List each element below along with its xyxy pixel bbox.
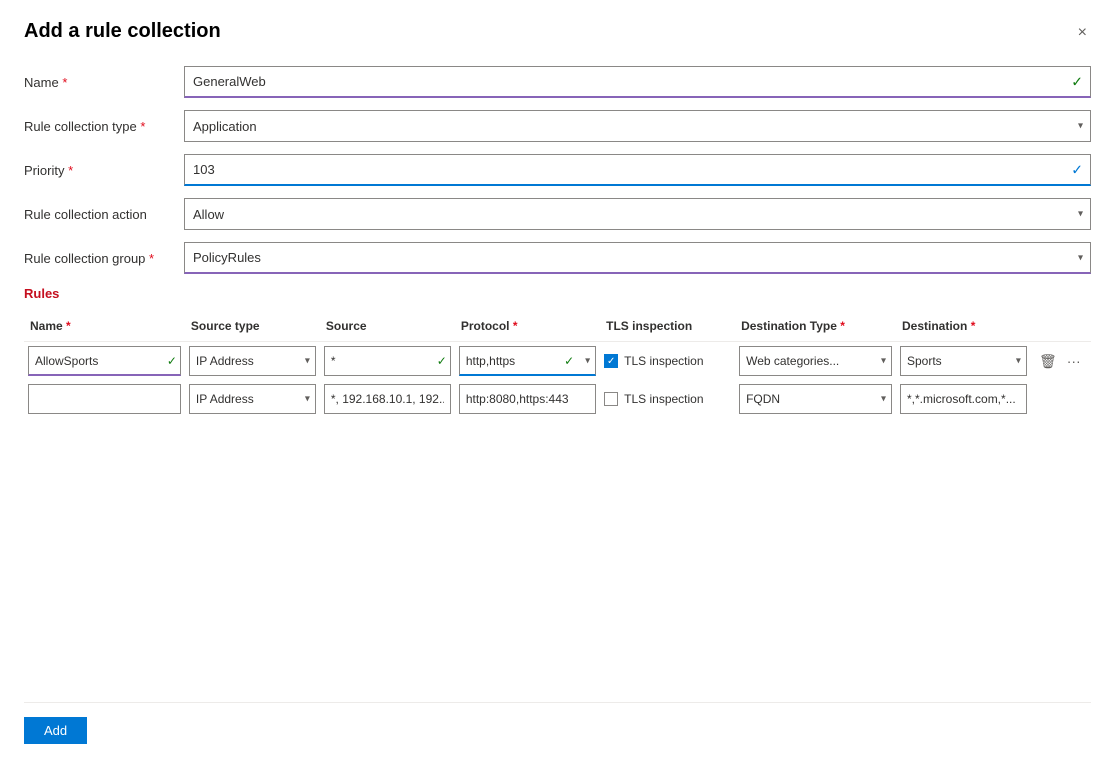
row2-name-input[interactable] [28,384,181,414]
more-icon: ··· [1067,353,1081,369]
row2-protocol-input[interactable] [459,384,596,414]
table-row: IP Address ▾ TLS inspect [24,380,1091,418]
col-header-destination-type: Destination Type * [735,315,896,342]
row2-destination-input[interactable] [900,384,1027,414]
rule-collection-group-select[interactable]: PolicyRules [184,242,1091,274]
name-row: Name * ✓ [24,66,1091,98]
row1-name-input[interactable] [28,346,181,376]
close-icon: × [1078,24,1087,42]
table-row: ✓ IP Address ▾ [24,342,1091,381]
row2-destination-type-select[interactable]: FQDN [739,384,892,414]
row2-source-type-cell: IP Address ▾ [185,380,320,418]
row1-protocol-check-icon: ✓ [564,354,574,368]
rule-collection-type-wrapper: Application ▾ [184,110,1091,142]
name-check-icon: ✓ [1071,74,1083,91]
rule-collection-type-select[interactable]: Application [184,110,1091,142]
row2-source-cell [320,380,455,418]
name-input[interactable] [184,66,1091,98]
row1-protocol-select[interactable]: http,https [459,346,596,376]
rules-table: Name * Source type Source Protocol * TLS… [24,315,1091,418]
col-header-source-type: Source type [185,315,320,342]
col-header-source: Source [320,315,455,342]
row2-tls-cell: TLS inspection [600,380,735,418]
form-section: Name * ✓ Rule collection type * Applicat… [24,66,1091,702]
row1-source-type-select[interactable]: IP Address [189,346,316,376]
row1-actions-cell: 🗑 ··· [1031,342,1091,381]
row1-protocol-cell: http,https ✓ ▾ [455,342,600,381]
row1-destination-type-cell: Web categories... ▾ [735,342,896,381]
row1-name-check-icon: ✓ [167,354,177,368]
dialog-footer: Add [24,702,1091,758]
close-button[interactable]: × [1074,20,1091,46]
dialog-header: Add a rule collection × [24,20,1091,46]
rule-collection-action-wrapper: Allow ▾ [184,198,1091,230]
row1-tls-checkbox[interactable] [604,354,618,368]
row2-destination-cell [896,380,1031,418]
rule-collection-action-row: Rule collection action Allow ▾ [24,198,1091,230]
row1-more-button[interactable]: ··· [1063,349,1085,373]
rule-collection-type-label: Rule collection type * [24,119,184,134]
row2-source-input[interactable] [324,384,451,414]
row1-destination-cell: Sports ▾ [896,342,1031,381]
row1-tls-cell: TLS inspection [600,342,735,381]
dialog-title: Add a rule collection [24,20,221,43]
row1-destination-type-select[interactable]: Web categories... [739,346,892,376]
priority-check-icon: ✓ [1071,162,1083,179]
row2-protocol-cell [455,380,600,418]
row1-source-input[interactable] [324,346,451,376]
row1-name-cell: ✓ [24,342,185,381]
row1-source-type-cell: IP Address ▾ [185,342,320,381]
name-field-wrapper: ✓ [184,66,1091,98]
col-header-name: Name * [24,315,185,342]
rule-collection-group-row: Rule collection group * PolicyRules ▾ [24,242,1091,274]
priority-input[interactable] [184,154,1091,186]
priority-label: Priority * [24,163,184,178]
row2-tls-checkbox[interactable] [604,392,618,406]
row2-name-cell [24,380,185,418]
name-label: Name * [24,75,184,90]
row2-actions-cell [1031,380,1091,418]
row1-source-check-icon: ✓ [437,354,447,368]
rule-collection-action-select[interactable]: Allow [184,198,1091,230]
col-header-tls: TLS inspection [600,315,735,342]
col-header-destination: Destination * [896,315,1031,342]
add-rule-collection-dialog: Add a rule collection × Name * ✓ Rule co… [0,0,1115,758]
trash-icon: 🗑 [1039,353,1057,370]
rule-collection-action-label: Rule collection action [24,207,184,222]
priority-field-wrapper: ✓ [184,154,1091,186]
row1-delete-button[interactable]: 🗑 [1035,349,1061,374]
row1-destination-select[interactable]: Sports [900,346,1027,376]
col-header-protocol: Protocol * [455,315,600,342]
row2-source-type-select[interactable]: IP Address [189,384,316,414]
priority-row: Priority * ✓ [24,154,1091,186]
rule-collection-group-wrapper: PolicyRules ▾ [184,242,1091,274]
row2-destination-type-cell: FQDN ▾ [735,380,896,418]
rule-collection-type-row: Rule collection type * Application ▾ [24,110,1091,142]
row1-source-cell: ✓ [320,342,455,381]
rule-collection-group-label: Rule collection group * [24,251,184,266]
row2-tls-label: TLS inspection [624,392,703,406]
add-button[interactable]: Add [24,717,87,744]
col-header-actions [1031,315,1091,342]
row1-tls-label: TLS inspection [624,354,703,368]
rules-section-label: Rules [24,286,1091,301]
